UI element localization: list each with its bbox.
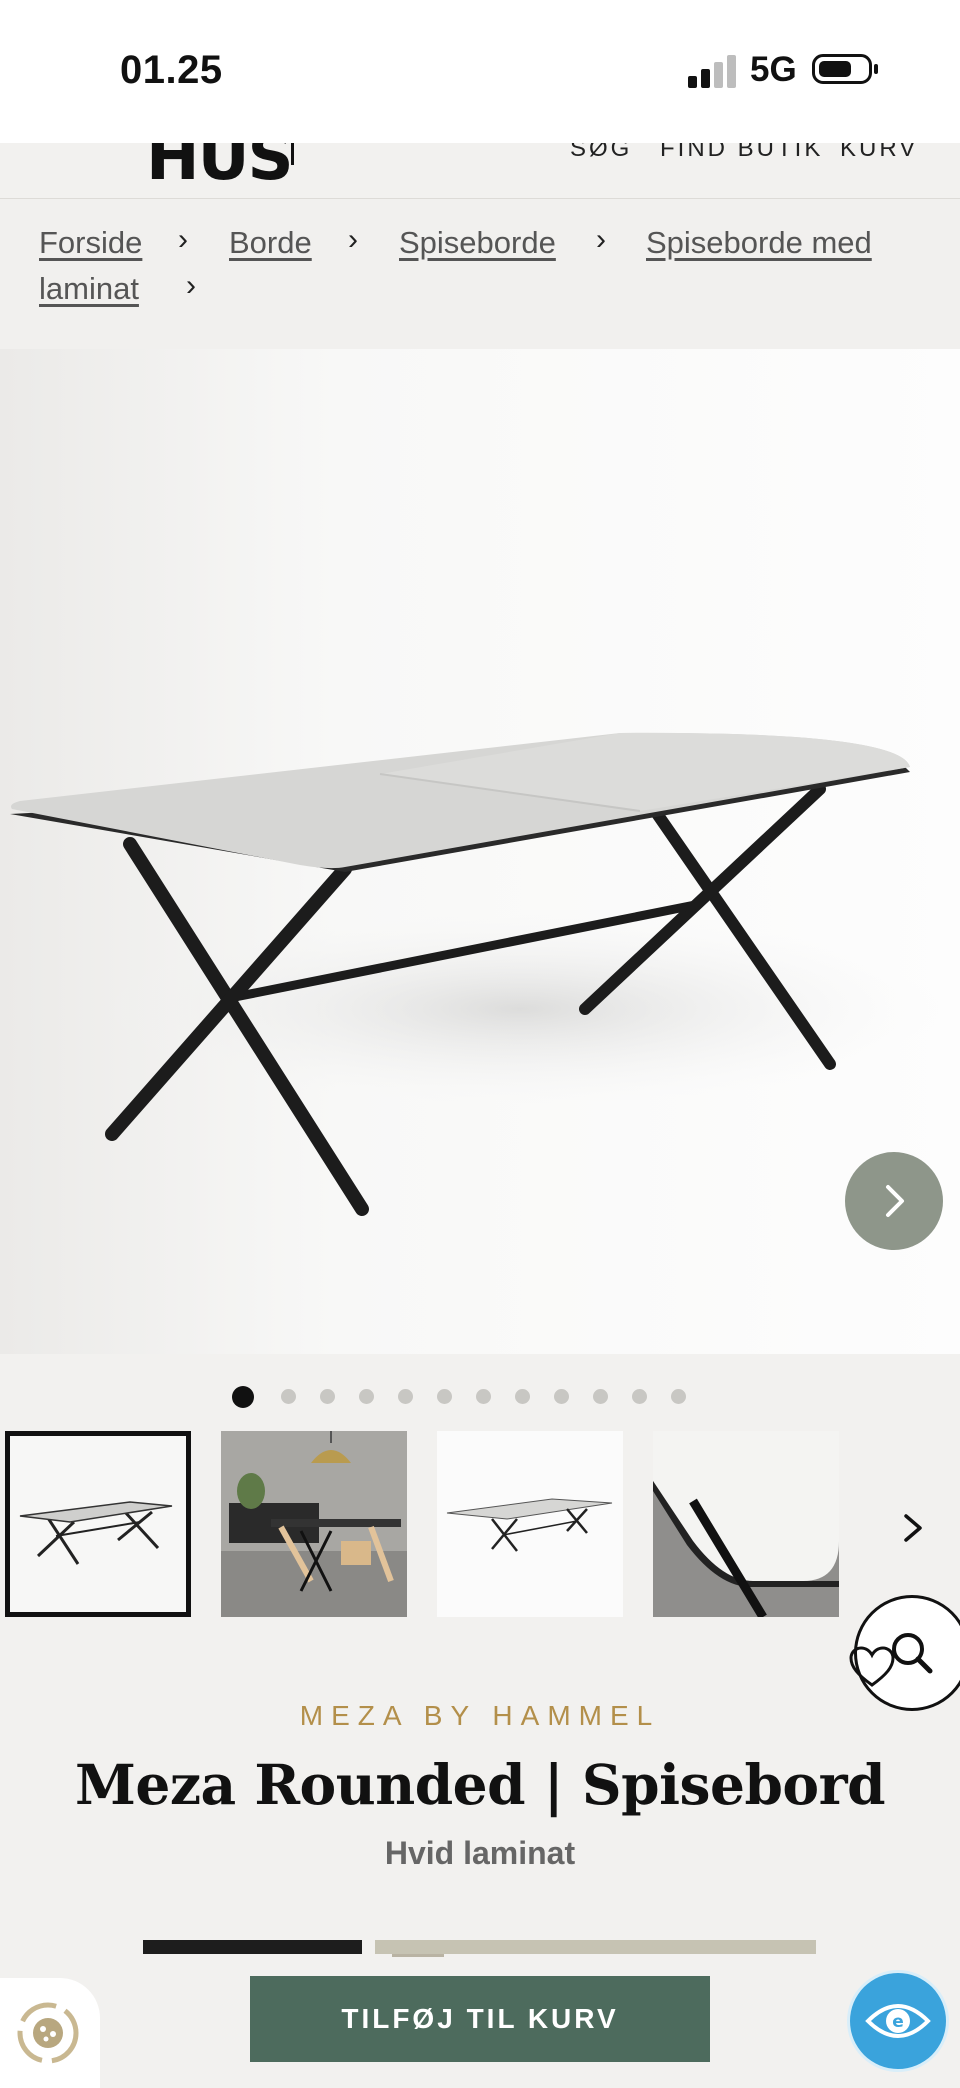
heart-icon xyxy=(849,1646,895,1687)
pagination-dot[interactable] xyxy=(359,1389,374,1404)
thumbnail-1[interactable] xyxy=(5,1431,191,1617)
extended-table-thumbnail xyxy=(446,1498,613,1552)
add-to-cart-button[interactable]: TILFØJ TIL KURV xyxy=(250,1976,710,2062)
pagination-dot[interactable] xyxy=(398,1389,413,1404)
thumbnail-4[interactable] xyxy=(653,1431,839,1617)
corner-closeup-thumbnail xyxy=(653,1431,839,1617)
dining-scene-thumbnail xyxy=(221,1431,407,1617)
pagination-dot[interactable] xyxy=(515,1389,530,1404)
chevron-right-icon: › xyxy=(186,269,196,302)
status-time: 01.25 xyxy=(120,48,223,92)
site-header: HUS SØG FIND BUTIK KURV xyxy=(0,143,960,199)
product-variant: Hvid laminat xyxy=(384,1835,576,1871)
cart-link[interactable]: KURV xyxy=(840,143,918,163)
pagination-dot[interactable] xyxy=(632,1389,647,1404)
chevron-right-icon: › xyxy=(348,223,358,256)
breadcrumb-tables[interactable]: Borde xyxy=(229,225,312,261)
breadcrumb-laminate-tables[interactable]: Spiseborde med xyxy=(646,225,872,261)
product-title: Meza Rounded | Spisebord xyxy=(74,1752,886,1817)
thumbnail-2[interactable] xyxy=(221,1431,407,1617)
svg-text:e: e xyxy=(892,2012,904,2032)
site-logo[interactable]: HUS xyxy=(146,143,294,195)
battery-icon xyxy=(812,54,878,84)
pagination-dot[interactable] xyxy=(671,1389,686,1404)
signal-icon xyxy=(688,54,738,88)
dining-table-illustration xyxy=(10,732,940,1216)
pagination-dot[interactable] xyxy=(554,1389,569,1404)
pagination-dot[interactable] xyxy=(437,1389,452,1404)
network-label: 5G xyxy=(750,50,797,89)
table-thumbnail xyxy=(19,1501,173,1565)
breadcrumb-laminate-tables-cont[interactable]: laminat xyxy=(39,271,139,307)
chevron-right-icon xyxy=(886,1185,904,1217)
search-link[interactable]: SØG xyxy=(570,143,632,163)
favorite-button[interactable] xyxy=(848,1645,896,1694)
eye-icon: e xyxy=(865,2004,931,2038)
color-swatch-beige[interactable] xyxy=(375,1940,816,1954)
product-image[interactable] xyxy=(0,349,960,1711)
pagination-dot[interactable] xyxy=(476,1389,491,1404)
logo-divider xyxy=(291,143,294,165)
chevron-right-icon xyxy=(904,1514,922,1542)
pagination-dot[interactable] xyxy=(593,1389,608,1404)
thumbnails-next-button[interactable] xyxy=(898,1508,928,1553)
breadcrumb-home[interactable]: Forside xyxy=(39,225,142,261)
next-image-button[interactable] xyxy=(845,1152,943,1250)
cookie-icon xyxy=(17,2002,78,2064)
product-brand[interactable]: MEZA BY HAMMEL xyxy=(0,1700,960,1732)
pagination-dot-active[interactable] xyxy=(232,1386,254,1408)
cookie-settings-button[interactable] xyxy=(0,1978,100,2088)
status-bar: 01.25 5G xyxy=(0,0,960,143)
chevron-right-icon: › xyxy=(178,223,188,256)
chevron-right-icon: › xyxy=(596,223,606,256)
accessibility-button[interactable]: e xyxy=(850,1973,946,2069)
pagination-dot[interactable] xyxy=(281,1389,296,1404)
thumbnail-3[interactable] xyxy=(437,1431,623,1617)
pagination-dot[interactable] xyxy=(320,1389,335,1404)
find-store-link[interactable]: FIND BUTIK xyxy=(660,143,823,163)
breadcrumb: Forside › Borde › Spiseborde › Spisebord… xyxy=(0,199,960,349)
swatch-indicator xyxy=(392,1954,444,1957)
breadcrumb-dining-tables[interactable]: Spiseborde xyxy=(399,225,556,261)
color-swatch-black[interactable] xyxy=(143,1940,362,1954)
